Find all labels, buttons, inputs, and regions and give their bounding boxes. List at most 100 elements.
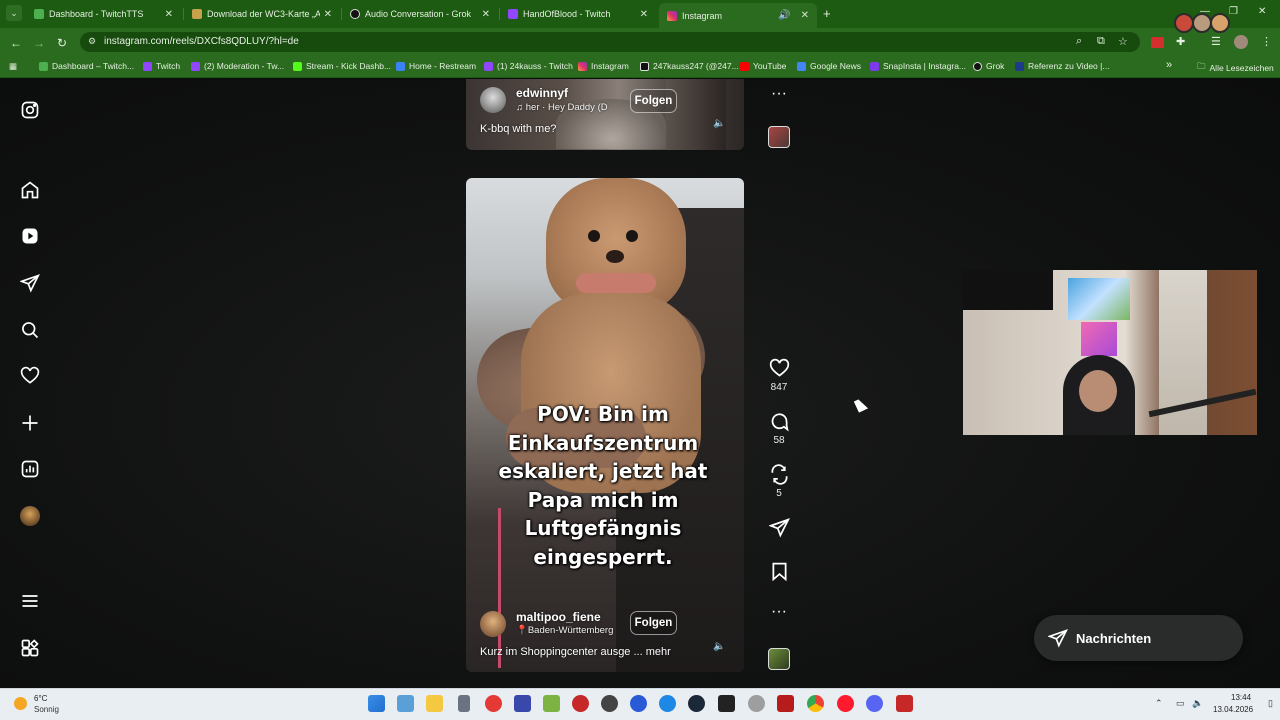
cast-icon[interactable]: ⧉ [1097,35,1105,48]
more-options-icon[interactable]: ··· [764,604,794,620]
reels-icon[interactable] [18,224,42,248]
tab-handofblood[interactable]: HandOfBlood - Twitch ✕ [500,3,656,25]
weather-description[interactable]: Sonnig [34,705,59,714]
app-icon[interactable] [748,695,765,712]
bookmark-star-icon[interactable]: ☆ [1118,35,1128,48]
bookmark-moderation[interactable]: (2) Moderation - Tw... [191,61,284,71]
speaker-mute-icon[interactable]: 🔈 [713,641,725,652]
app-icon[interactable] [630,695,647,712]
like-button[interactable]: 847 [764,358,794,393]
previous-reel-video[interactable] [466,79,744,150]
network-icon[interactable]: ▭ [1176,698,1185,709]
bookmark-tiktok[interactable]: 247kauss247 (@247... [640,61,739,71]
all-bookmarks-folder[interactable]: 🗀 Alle Lesezeichen [1197,61,1274,75]
previous-reel-audio-thumbnail[interactable] [768,126,790,148]
follow-button-previous[interactable]: Folgen [630,89,677,113]
messages-button[interactable]: Nachrichten [1034,615,1243,661]
steam-icon[interactable] [688,695,705,712]
bookmark-twitch[interactable]: Twitch [143,61,180,71]
adblock-extension-icon[interactable] [1151,37,1164,48]
app-icon[interactable] [485,695,502,712]
tab-dashboard-twitchtts[interactable]: Dashboard - TwitchTTS ✕ [26,3,181,25]
share-button[interactable] [764,517,794,538]
profile-avatar[interactable] [18,504,42,528]
close-tab-icon[interactable]: ✕ [640,9,648,20]
close-tab-icon[interactable]: ✕ [482,9,490,20]
follow-button-current[interactable]: Folgen [630,611,677,635]
opera-icon[interactable] [837,695,854,712]
app-icon[interactable] [572,695,589,712]
app-icon[interactable] [601,695,618,712]
new-tab-button[interactable]: + [823,6,831,21]
url-text[interactable]: instagram.com/reels/DXCfs8QDLUY/?hl=de [104,36,299,47]
home-icon[interactable] [18,178,42,202]
discord-icon[interactable] [866,695,883,712]
tab-grok[interactable]: Audio Conversation - Grok ✕ [342,3,498,25]
app-icon[interactable] [896,695,913,712]
current-reel-audio-thumbnail[interactable] [768,648,790,670]
speaker-mute-icon[interactable]: 🔈 [713,118,725,129]
zoom-icon[interactable]: ⌕ [1076,35,1082,48]
search-icon[interactable] [18,318,42,342]
direct-messages-icon[interactable] [18,271,42,295]
volume-icon[interactable]: 🔈 [1192,698,1203,709]
save-button[interactable] [764,561,794,582]
bookmark-kick[interactable]: Stream - Kick Dashb... [293,61,391,71]
bookmark-24kauss[interactable]: (1) 24kauss - Twitch [484,61,573,71]
app-icon[interactable] [659,695,676,712]
previous-reel-username[interactable]: edwinnyf [516,86,568,100]
tab-search-button[interactable]: ⌄ [6,5,22,21]
back-arrow-icon[interactable]: ← [10,36,22,50]
previous-reel-caption[interactable]: K-bbq with me? [480,123,556,135]
bookmark-instagram[interactable]: Instagram [578,61,629,71]
forward-arrow-icon[interactable]: → [33,36,45,50]
taskbar-clock-time[interactable]: 13:44 [1231,693,1251,702]
taskbar-clock-date[interactable]: 13.04.2026 [1213,705,1253,714]
reload-icon[interactable]: ↻ [57,36,67,50]
more-menu-icon[interactable] [18,589,42,613]
app-icon[interactable] [543,695,560,712]
browser-menu-icon[interactable]: ⋮ [1261,35,1272,48]
bookmark-grok[interactable]: Grok [973,61,1004,71]
app-icon[interactable] [777,695,794,712]
tab-instagram[interactable]: Instagram 🔊 ✕ [659,3,817,28]
close-tab-icon[interactable]: ✕ [324,9,332,20]
repost-button[interactable]: 5 [764,464,794,499]
close-tab-icon[interactable]: ✕ [801,10,809,21]
extensions-puzzle-icon[interactable]: ✚ [1176,35,1185,48]
bookmark-dashboard-twitch[interactable]: Dashboard – Twitch... [39,61,134,71]
current-reel-username[interactable]: maltipoo_fiene [516,610,601,624]
bookmark-referenz-video[interactable]: Referenz zu Video |... [1015,61,1109,71]
close-window-icon[interactable]: ✕ [1258,6,1266,17]
current-reel-avatar[interactable] [480,611,506,637]
restore-icon[interactable]: ❐ [1229,6,1238,17]
tray-chevron-up-icon[interactable]: ⌃ [1155,698,1163,709]
notifications-heart-icon[interactable] [18,364,42,388]
dashboard-insights-icon[interactable] [18,457,42,481]
comment-button[interactable]: 58 [764,411,794,446]
reading-list-icon[interactable]: ☰ [1211,35,1221,48]
site-info-icon[interactable]: ⚙ [88,36,96,47]
apps-grid-icon[interactable]: ▦ [9,61,17,72]
app-icon[interactable] [718,695,735,712]
bookmark-google-news[interactable]: Google News [797,61,861,71]
instagram-logo-icon[interactable] [18,98,42,122]
more-bookmarks-chevron-icon[interactable]: » [1166,59,1172,71]
previous-reel-more-icon[interactable]: ··· [764,85,794,103]
previous-reel-audio[interactable]: ♫ her · Hey Daddy (D [516,102,608,113]
weather-temperature[interactable]: 6°C [34,694,47,703]
calculator-icon[interactable] [397,695,414,712]
close-tab-icon[interactable]: ✕ [165,9,173,20]
also-from-meta-icon[interactable] [18,636,42,660]
profile-avatar[interactable] [1234,35,1248,49]
current-reel-caption[interactable]: Kurz im Shoppingcenter ausge ... mehr [480,646,671,658]
create-plus-icon[interactable] [18,411,42,435]
app-icon[interactable] [458,695,470,712]
bookmark-restream[interactable]: Home - Restream [396,61,476,71]
current-reel-location[interactable]: 📍Baden-Württemberg [516,625,613,636]
tab-wc3-karte[interactable]: Download der WC3-Karte „Ani ✕ [184,3,340,25]
speaker-icon[interactable]: 🔊 [778,10,790,21]
bookmark-snapinsta[interactable]: SnapInsta | Instagra... [870,61,966,71]
windows-start-icon[interactable] [368,695,385,712]
bookmark-youtube[interactable]: YouTube [740,61,786,71]
